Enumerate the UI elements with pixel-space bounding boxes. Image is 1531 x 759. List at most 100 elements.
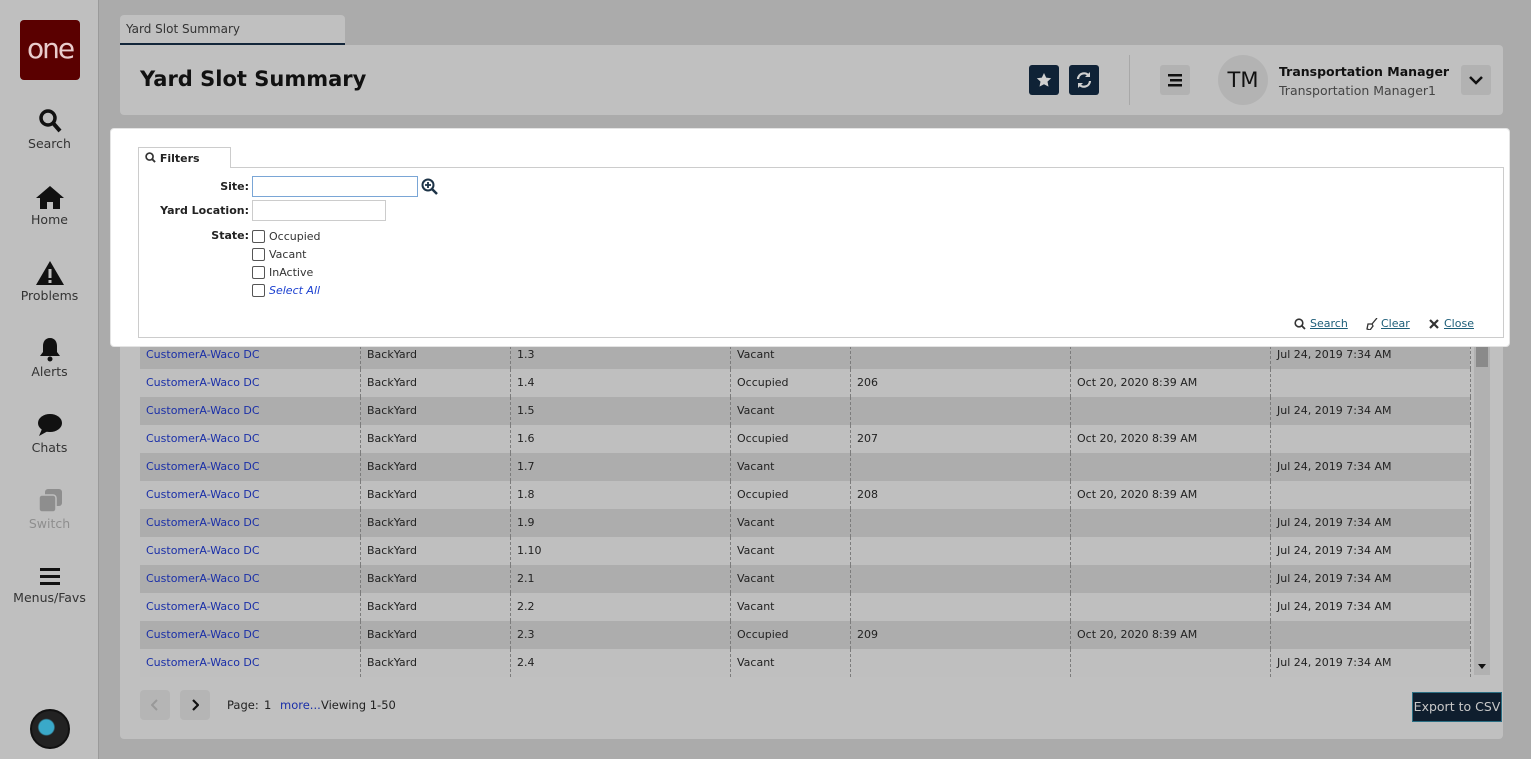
cell-vacant-date: [1270, 425, 1470, 453]
cell-site[interactable]: CustomerA-Waco DC: [140, 649, 360, 677]
cell-site[interactable]: CustomerA-Waco DC: [140, 537, 360, 565]
cell-site[interactable]: CustomerA-Waco DC: [140, 509, 360, 537]
table-row[interactable]: CustomerA-Waco DC BackYard 1.10 Vacant Jul 2…: [140, 537, 1471, 565]
cell-site[interactable]: CustomerA-Waco DC: [140, 425, 360, 453]
logo[interactable]: one: [20, 20, 80, 80]
cell-slot: 1.9: [510, 509, 730, 537]
cell-site[interactable]: CustomerA-Waco DC: [140, 369, 360, 397]
chevron-down-icon: [1469, 76, 1483, 85]
table-row[interactable]: CustomerA-Waco DC BackYard 1.6 Occupied 207 O…: [140, 425, 1471, 453]
table-row[interactable]: CustomerA-Waco DC BackYard 1.5 Vacant Jul 24…: [140, 397, 1471, 425]
search-icon: [1294, 318, 1306, 330]
tab-filters[interactable]: Filters: [138, 147, 231, 168]
cell-slot: 2.4: [510, 649, 730, 677]
sidebar-item-chats[interactable]: Chats: [0, 412, 99, 455]
select-all-checkbox[interactable]: [252, 284, 265, 297]
vacant-label: Vacant: [269, 248, 307, 261]
chevron-right-icon: [192, 699, 199, 711]
assistant-avatar[interactable]: [30, 709, 70, 749]
close-button[interactable]: Close: [1444, 317, 1474, 330]
cell-yard-location: BackYard: [360, 565, 510, 593]
cell-equipment: [850, 565, 1070, 593]
cell-slot: 1.6: [510, 425, 730, 453]
table-scrollbar[interactable]: [1474, 337, 1490, 675]
menu-button[interactable]: [1160, 65, 1190, 95]
star-icon: [1036, 73, 1052, 87]
sidebar-item-alerts[interactable]: Alerts: [0, 336, 99, 379]
site-input[interactable]: [252, 176, 418, 197]
yard-location-input[interactable]: [252, 200, 386, 221]
cell-slot: 1.8: [510, 481, 730, 509]
refresh-button[interactable]: [1069, 65, 1099, 95]
sidebar-item-label: Chats: [31, 440, 68, 455]
cell-vacant-date: Jul 24, 2019 7:34 AM: [1270, 565, 1470, 593]
cell-site[interactable]: CustomerA-Waco DC: [140, 565, 360, 593]
inactive-checkbox[interactable]: [252, 266, 265, 279]
close-icon: [1429, 319, 1439, 329]
cell-yard-location: BackYard: [360, 537, 510, 565]
sidebar-item-search[interactable]: Search: [0, 108, 99, 151]
occupied-checkbox[interactable]: [252, 230, 265, 243]
more-pages-link[interactable]: more...: [280, 698, 321, 712]
sidebar-item-label: Alerts: [31, 364, 68, 379]
table-row[interactable]: CustomerA-Waco DC BackYard 1.4 Occupied 206 O…: [140, 369, 1471, 397]
table-row[interactable]: CustomerA-Waco DC BackYard 1.9 Vacant Jul 24…: [140, 509, 1471, 537]
cell-state: Vacant: [730, 397, 850, 425]
cell-vacant-date: Jul 24, 2019 7:34 AM: [1270, 537, 1470, 565]
sidebar-item-home[interactable]: Home: [0, 184, 99, 227]
cell-state: Vacant: [730, 453, 850, 481]
cell-occupied-date: [1070, 537, 1270, 565]
export-csv-button[interactable]: Export to CSV: [1412, 692, 1502, 722]
cell-state: Vacant: [730, 649, 850, 677]
vacant-checkbox[interactable]: [252, 248, 265, 261]
site-lookup-icon[interactable]: [421, 178, 438, 195]
tab-yard-slot-summary[interactable]: Yard Slot Summary: [120, 15, 345, 45]
table-row[interactable]: CustomerA-Waco DC BackYard 2.4 Vacant Jul 24…: [140, 649, 1471, 677]
cell-yard-location: BackYard: [360, 369, 510, 397]
switch-icon: [37, 489, 62, 513]
sidebar: one Search Home Problems Alerts Chats Sw…: [0, 0, 99, 759]
filter-form: Site: Yard Location: State: Occupied Vac…: [138, 167, 1504, 338]
cell-site[interactable]: CustomerA-Waco DC: [140, 593, 360, 621]
table-row[interactable]: CustomerA-Waco DC BackYard 2.3 Occupied 209 O…: [140, 621, 1471, 649]
clear-button[interactable]: Clear: [1381, 317, 1410, 330]
prev-page-button[interactable]: [140, 690, 170, 720]
table-row[interactable]: CustomerA-Waco DC BackYard 2.2 Vacant Jul 24…: [140, 593, 1471, 621]
yard-location-label: Yard Location:: [160, 204, 249, 217]
sidebar-item-problems[interactable]: Problems: [0, 260, 99, 303]
cell-site[interactable]: CustomerA-Waco DC: [140, 481, 360, 509]
cell-occupied-date: [1070, 509, 1270, 537]
cell-occupied-date: [1070, 397, 1270, 425]
cell-yard-location: BackYard: [360, 649, 510, 677]
avatar[interactable]: TM: [1218, 55, 1268, 105]
cell-vacant-date: Jul 24, 2019 7:34 AM: [1270, 453, 1470, 481]
next-page-button[interactable]: [180, 690, 210, 720]
scroll-down-icon[interactable]: [1478, 664, 1486, 669]
viewing-range: Viewing 1-50: [321, 698, 396, 712]
table-row[interactable]: CustomerA-Waco DC BackYard 1.8 Occupied 208 O…: [140, 481, 1471, 509]
cell-yard-location: BackYard: [360, 621, 510, 649]
cell-yard-location: BackYard: [360, 397, 510, 425]
user-menu-button[interactable]: [1461, 65, 1491, 95]
table-row[interactable]: CustomerA-Waco DC BackYard 2.1 Vacant Jul 24…: [140, 565, 1471, 593]
cell-yard-location: BackYard: [360, 593, 510, 621]
cell-site[interactable]: CustomerA-Waco DC: [140, 621, 360, 649]
sidebar-item-switch[interactable]: Switch: [0, 488, 99, 531]
cell-state: Vacant: [730, 537, 850, 565]
table-row[interactable]: CustomerA-Waco DC BackYard 1.7 Vacant Jul 24…: [140, 453, 1471, 481]
sidebar-item-menus-favs[interactable]: Menus/Favs: [0, 566, 99, 605]
cell-state: Occupied: [730, 425, 850, 453]
cell-state: Occupied: [730, 369, 850, 397]
cell-slot: 1.7: [510, 453, 730, 481]
cell-vacant-date: Jul 24, 2019 7:34 AM: [1270, 593, 1470, 621]
select-all-label[interactable]: Select All: [269, 284, 320, 297]
cell-site[interactable]: CustomerA-Waco DC: [140, 397, 360, 425]
divider: [1129, 55, 1130, 105]
refresh-icon: [1076, 72, 1092, 88]
cell-slot: 2.1: [510, 565, 730, 593]
cell-site[interactable]: CustomerA-Waco DC: [140, 453, 360, 481]
search-button[interactable]: Search: [1310, 317, 1348, 330]
chat-icon: [37, 414, 62, 436]
cell-slot: 1.10: [510, 537, 730, 565]
favorite-button[interactable]: [1029, 65, 1059, 95]
